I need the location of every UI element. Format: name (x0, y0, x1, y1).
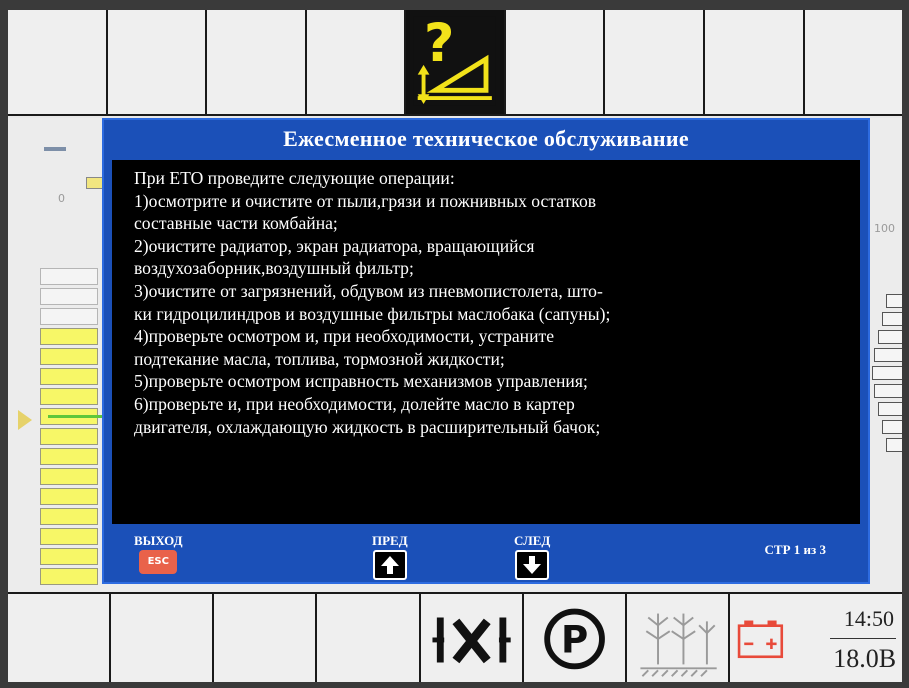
page-indicator: СТР 1 из 3 (764, 542, 826, 557)
level-segment (40, 488, 98, 505)
help-button[interactable]: ? (406, 10, 506, 116)
level-segment (40, 288, 98, 305)
maintenance-dialog: Ежесменное техническое обслуживание При … (102, 118, 870, 584)
top-slot-4[interactable] (306, 10, 407, 116)
instruction-line: ки гидроцилиндров и воздушные фильтры ма… (134, 303, 611, 324)
left-level-scale (40, 268, 98, 588)
esc-key-icon: ESC (139, 550, 178, 574)
left-scale-zero-label: 0 (58, 192, 65, 205)
dialog-body: При ЕТО проведите следующие операции: 1)… (112, 160, 860, 524)
level-segment (40, 548, 98, 565)
instruction-line: 1)осмотрите и очистите от пыли,грязи и п… (134, 190, 597, 211)
battery-icon (737, 620, 784, 659)
next-page-button[interactable]: СЛЕД (514, 534, 550, 585)
right-scale-hundred-label: 100 (874, 222, 895, 235)
clock-time: 14:50 (843, 606, 895, 631)
readout-divider (830, 638, 897, 639)
neutral-gear-cell (420, 592, 524, 682)
svg-text:?: ? (424, 13, 455, 74)
minus-indicator (44, 147, 66, 151)
prev-page-button[interactable]: ПРЕД (372, 534, 408, 585)
instruction-line: 2)очистите радиатор, экран радиатора, вр… (134, 235, 535, 256)
battery-voltage: 18.0В (833, 644, 897, 673)
top-slot-6[interactable] (505, 10, 606, 116)
level-segment (40, 348, 98, 365)
level-segment (40, 468, 98, 485)
instruction-line: подтекание масла, топлива, тормозной жид… (134, 348, 505, 369)
instruction-line: составные части комбайна; (134, 213, 338, 234)
level-segment (40, 388, 98, 405)
bottom-slot-4[interactable] (317, 592, 421, 682)
top-slot-3[interactable] (207, 10, 307, 116)
exit-label: ВЫХОД (134, 533, 183, 548)
level-segment (40, 268, 98, 285)
instruction-line: 4)проверьте осмотром и, при необходимост… (134, 326, 555, 347)
svg-text:P: P (561, 619, 588, 662)
top-slot-7[interactable] (605, 10, 705, 116)
arrow-up-icon (372, 550, 407, 580)
level-segment (40, 448, 98, 465)
level-segment (40, 528, 98, 545)
arrow-down-icon (515, 550, 550, 580)
top-slot-9[interactable] (804, 10, 902, 116)
top-slot-2[interactable] (107, 10, 208, 116)
instruction-line: 6)проверьте и, при необходимости, долейт… (134, 393, 575, 414)
crop-field-icon (640, 613, 717, 677)
instruction-line: 3)очистите от загрязнений, обдувом из пн… (134, 280, 603, 301)
status-readout-cell: 14:50 18.0В (730, 592, 902, 682)
display-screen: ? 0 100 Ежесменное техническое обслужива… (8, 10, 902, 682)
top-slot-8[interactable] (704, 10, 805, 116)
instruction-line: При ЕТО проведите следующие операции: (134, 168, 455, 188)
level-segment (40, 328, 98, 345)
bottom-slot-3[interactable] (214, 592, 318, 682)
parking-brake-icon: P (544, 608, 605, 670)
level-line (48, 415, 102, 418)
prev-label: ПРЕД (372, 533, 408, 548)
top-slot-1[interactable] (8, 10, 108, 116)
level-segment (40, 368, 98, 385)
bottom-slot-2[interactable] (111, 592, 215, 682)
bottom-status-bar: P 14:50 18.0В (8, 592, 902, 682)
instruction-line: воздухозаборник,воздушный фильтр; (134, 258, 414, 279)
level-segment (40, 428, 98, 445)
level-segment (40, 568, 98, 585)
top-button-bar: ? (8, 10, 902, 116)
parking-brake-cell: P (523, 592, 627, 682)
level-segment (40, 308, 98, 325)
instruction-line: двигателя, охлаждающую жидкость в расшир… (134, 416, 601, 437)
exit-button[interactable]: ВЫХОД ESC (134, 534, 183, 574)
next-label: СЛЕД (514, 533, 551, 548)
dialog-title: Ежесменное техническое обслуживание (283, 126, 689, 151)
level-segment (40, 508, 98, 525)
level-pointer-icon (18, 410, 32, 430)
help-machine-icon: ? (414, 13, 497, 106)
bottom-slot-1[interactable] (8, 592, 112, 682)
neutral-gear-icon (432, 617, 511, 664)
crop-field-cell (626, 592, 731, 682)
instruction-line: 5)проверьте осмотром исправность механиз… (134, 371, 588, 392)
